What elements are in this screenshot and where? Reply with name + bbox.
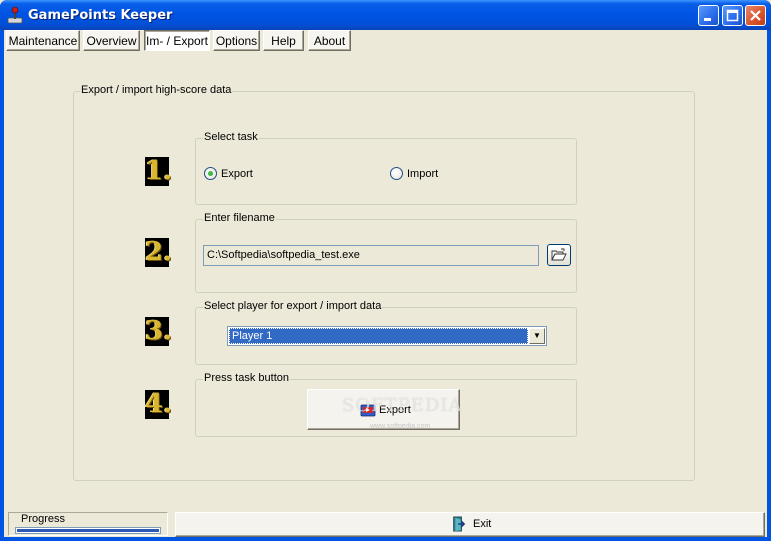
folder-open-icon	[551, 248, 567, 261]
maximize-icon	[726, 9, 739, 22]
select-player-title: Select player for export / import data	[203, 300, 383, 312]
title-bar[interactable]: GamePoints Keeper	[0, 0, 771, 30]
export-task-button-label: Export	[379, 404, 411, 416]
progress-bar	[15, 527, 161, 534]
window-title: GamePoints Keeper	[28, 8, 173, 23]
import-radio[interactable]	[390, 167, 403, 180]
export-radio-label[interactable]: Export	[221, 168, 253, 180]
window-border-bottom	[0, 537, 771, 541]
minimize-icon	[704, 18, 711, 21]
import-radio-label[interactable]: Import	[407, 168, 438, 180]
export-radio[interactable]	[204, 167, 217, 180]
close-button[interactable]	[745, 5, 766, 26]
maximize-button[interactable]	[722, 5, 743, 26]
chevron-down-icon: ▼	[533, 331, 541, 340]
export-import-group-title: Export / import high-score data	[80, 84, 233, 96]
step-3-badge: 3.	[145, 316, 173, 346]
step-1-badge: 1.	[145, 156, 173, 186]
tab-help[interactable]: Help	[263, 30, 304, 51]
exit-door-icon	[453, 516, 466, 532]
exit-button-label: Exit	[473, 518, 492, 530]
press-task-title: Press task button	[203, 372, 290, 384]
export-icon	[360, 404, 376, 417]
select-task-title: Select task	[203, 131, 259, 143]
enter-filename-title: Enter filename	[203, 212, 276, 224]
close-icon	[750, 10, 761, 21]
tab-about[interactable]: About	[308, 30, 351, 51]
tab-options[interactable]: Options	[213, 30, 260, 51]
window-border-right	[767, 30, 771, 541]
exit-button[interactable]: Exit	[175, 512, 765, 537]
progress-bar-fill	[17, 529, 159, 532]
dropdown-arrow-button[interactable]: ▼	[529, 328, 545, 344]
tab-maintenance[interactable]: Maintenance	[6, 30, 80, 51]
step-2-badge: 2.	[145, 237, 173, 267]
joystick-icon	[7, 6, 23, 24]
tab-import-export[interactable]: Im- / Export	[144, 30, 210, 51]
minimize-button[interactable]	[698, 5, 719, 26]
player-select[interactable]: Player 1 ▼	[227, 326, 547, 346]
progress-label: Progress	[20, 513, 67, 525]
browse-button[interactable]	[547, 244, 571, 266]
filename-input[interactable]: C:\Softpedia\softpedia_test.exe	[203, 245, 539, 266]
tab-overview[interactable]: Overview	[83, 30, 140, 51]
step-4-badge: 4.	[145, 389, 173, 419]
player-select-value[interactable]: Player 1	[229, 328, 528, 344]
export-task-button[interactable]: Export	[307, 389, 460, 430]
